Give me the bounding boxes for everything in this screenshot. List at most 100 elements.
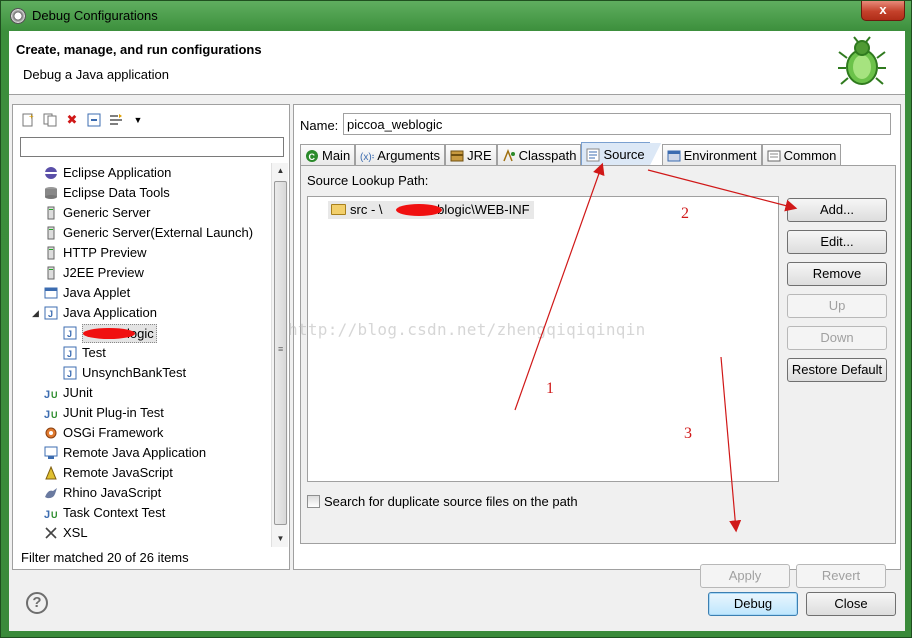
tab-arguments[interactable]: (x)=Arguments [355, 144, 446, 166]
edit-button[interactable]: Edit... [787, 230, 887, 254]
tree-item[interactable]: Eclipse Application [13, 163, 269, 183]
scroll-up-arrow-icon[interactable]: ▲ [272, 163, 289, 179]
debug-button[interactable]: Debug [708, 592, 798, 616]
tree-item[interactable]: J U JUnit [13, 383, 269, 403]
tree-item[interactable]: OSGi Framework [13, 423, 269, 443]
window-title: Debug Configurations [32, 8, 158, 23]
tree-child-item[interactable]: Jlogic [13, 323, 269, 343]
remove-button[interactable]: Remove [787, 262, 887, 286]
tree-item-label: OSGi Framework [63, 425, 164, 440]
tree-item[interactable]: J2EE Preview [13, 263, 269, 283]
server-icon [44, 226, 58, 240]
remote-java-icon [44, 446, 58, 460]
java-file-icon: J [63, 326, 77, 340]
eclipse-gear-icon [10, 8, 26, 24]
collapse-all-icon[interactable] [85, 111, 103, 129]
tab-label: JRE [467, 148, 492, 163]
scrollbar-thumb[interactable]: ≡ [274, 181, 287, 525]
configuration-tree-panel: + ✖ ▼ Eclipse Application Eclipse Data To… [12, 104, 290, 570]
config-name-input[interactable] [343, 113, 891, 135]
delete-config-icon[interactable]: ✖ [63, 111, 81, 129]
source-lookup-label: Source Lookup Path: [307, 173, 429, 188]
revert-button[interactable]: Revert [796, 564, 886, 588]
close-button[interactable]: Close [806, 592, 896, 616]
filter-config-icon[interactable] [107, 111, 125, 129]
scroll-down-arrow-icon[interactable]: ▼ [272, 531, 289, 547]
source-lookup-list[interactable]: src - \ weblogic\WEB-INF [307, 196, 779, 482]
search-duplicates-checkbox[interactable] [307, 495, 320, 508]
redaction-mark [83, 328, 135, 339]
apply-button[interactable]: Apply [700, 564, 790, 588]
tree-child-item[interactable]: J Test [13, 343, 269, 363]
filter-dropdown-icon[interactable]: ▼ [129, 111, 147, 129]
svg-text:J: J [44, 509, 50, 520]
configuration-editor-panel: Name: C Main (x)=Arguments JRE Classpath Sour… [293, 104, 901, 588]
tab-classpath[interactable]: Classpath [496, 144, 582, 166]
tab-label: Environment [683, 148, 757, 163]
tree-item[interactable]: Rhino JavaScript [13, 483, 269, 503]
tree-item[interactable]: Remote JavaScript [13, 463, 269, 483]
tab-environment[interactable]: Environment [661, 144, 762, 166]
source-tab-pane: Source Lookup Path: src - \ weblogic\WEB-… [300, 165, 896, 544]
expanded-arrow-icon[interactable]: ◢ [32, 303, 39, 323]
tab-label: Common [783, 148, 837, 163]
add-button[interactable]: Add... [787, 198, 887, 222]
svg-text:U: U [51, 390, 58, 400]
title-bar[interactable]: Debug Configurations x [1, 1, 911, 31]
dialog-header: Create, manage, and run configurations D… [9, 31, 905, 95]
tree-toolbar: + ✖ ▼ [19, 109, 147, 131]
tree-item-label: HTTP Preview [63, 245, 147, 260]
tree-item-label: J2EE Preview [63, 265, 144, 280]
tree-item[interactable]: J U JUnit Plug-in Test [13, 403, 269, 423]
tree-item[interactable]: Remote Java Application [13, 443, 269, 463]
tree-item[interactable]: Eclipse Data Tools [13, 183, 269, 203]
tree-item-label: Remote JavaScript [63, 465, 173, 480]
search-duplicates-checkbox-row[interactable]: Search for duplicate source files on the… [307, 494, 578, 509]
svg-text:(x)=: (x)= [360, 152, 374, 163]
restore-default-button[interactable]: Restore Default [787, 358, 887, 382]
tree-item[interactable]: XSL [13, 523, 269, 543]
tree-scrollbar[interactable]: ▲ ≡ ▼ [271, 163, 288, 547]
main-tab-icon: C [305, 149, 319, 163]
new-config-icon[interactable]: + [19, 111, 37, 129]
eclipse-icon [44, 166, 58, 180]
tab-jre[interactable]: JRE [445, 144, 497, 166]
svg-text:J: J [67, 329, 72, 339]
tree-item[interactable]: Java Applet [13, 283, 269, 303]
classpath-icon [502, 148, 516, 163]
remote-js-icon [44, 465, 58, 480]
source-lookup-item[interactable]: src - \ weblogic\WEB-INF [328, 201, 534, 219]
java-file-icon: J [63, 346, 77, 360]
help-icon[interactable]: ? [26, 592, 48, 614]
applet-icon [44, 286, 58, 300]
xsl-icon [44, 526, 58, 540]
junit-icon: JU [44, 386, 58, 401]
tab-common[interactable]: Common [761, 144, 842, 166]
tab-source[interactable]: Source [581, 142, 661, 167]
svg-text:J: J [48, 309, 53, 319]
tree-child-item[interactable]: J UnsynchBankTest [13, 363, 269, 383]
search-duplicates-label: Search for duplicate source files on the… [324, 494, 578, 509]
svg-text:+: + [29, 113, 34, 121]
up-button[interactable]: Up [787, 294, 887, 318]
duplicate-config-icon[interactable] [41, 111, 59, 129]
window-close-button[interactable]: x [861, 1, 905, 21]
tree-item-label: Generic Server [63, 205, 151, 220]
header-subtitle: Debug a Java application [23, 67, 169, 82]
source-item-prefix: src - \ [350, 202, 383, 217]
dialog-window: Debug Configurations x Create, manage, a… [0, 0, 912, 638]
tree-item[interactable]: ◢ J Java Application [13, 303, 269, 323]
tree-item-label: Eclipse Data Tools [63, 185, 170, 200]
down-button[interactable]: Down [787, 326, 887, 350]
tree-item[interactable]: HTTP Preview [13, 243, 269, 263]
tree-item[interactable]: Generic Server [13, 203, 269, 223]
tree-item[interactable]: Generic Server(External Launch) [13, 223, 269, 243]
annotation-label-3: 3 [684, 425, 692, 442]
java-file-icon: J [63, 366, 77, 380]
name-label: Name: [300, 118, 339, 133]
tree-item[interactable]: J U Task Context Test [13, 503, 269, 523]
filter-input[interactable] [20, 137, 284, 157]
tab-main[interactable]: C Main [300, 144, 356, 166]
folder-icon [331, 204, 346, 215]
svg-text:J: J [67, 369, 72, 379]
